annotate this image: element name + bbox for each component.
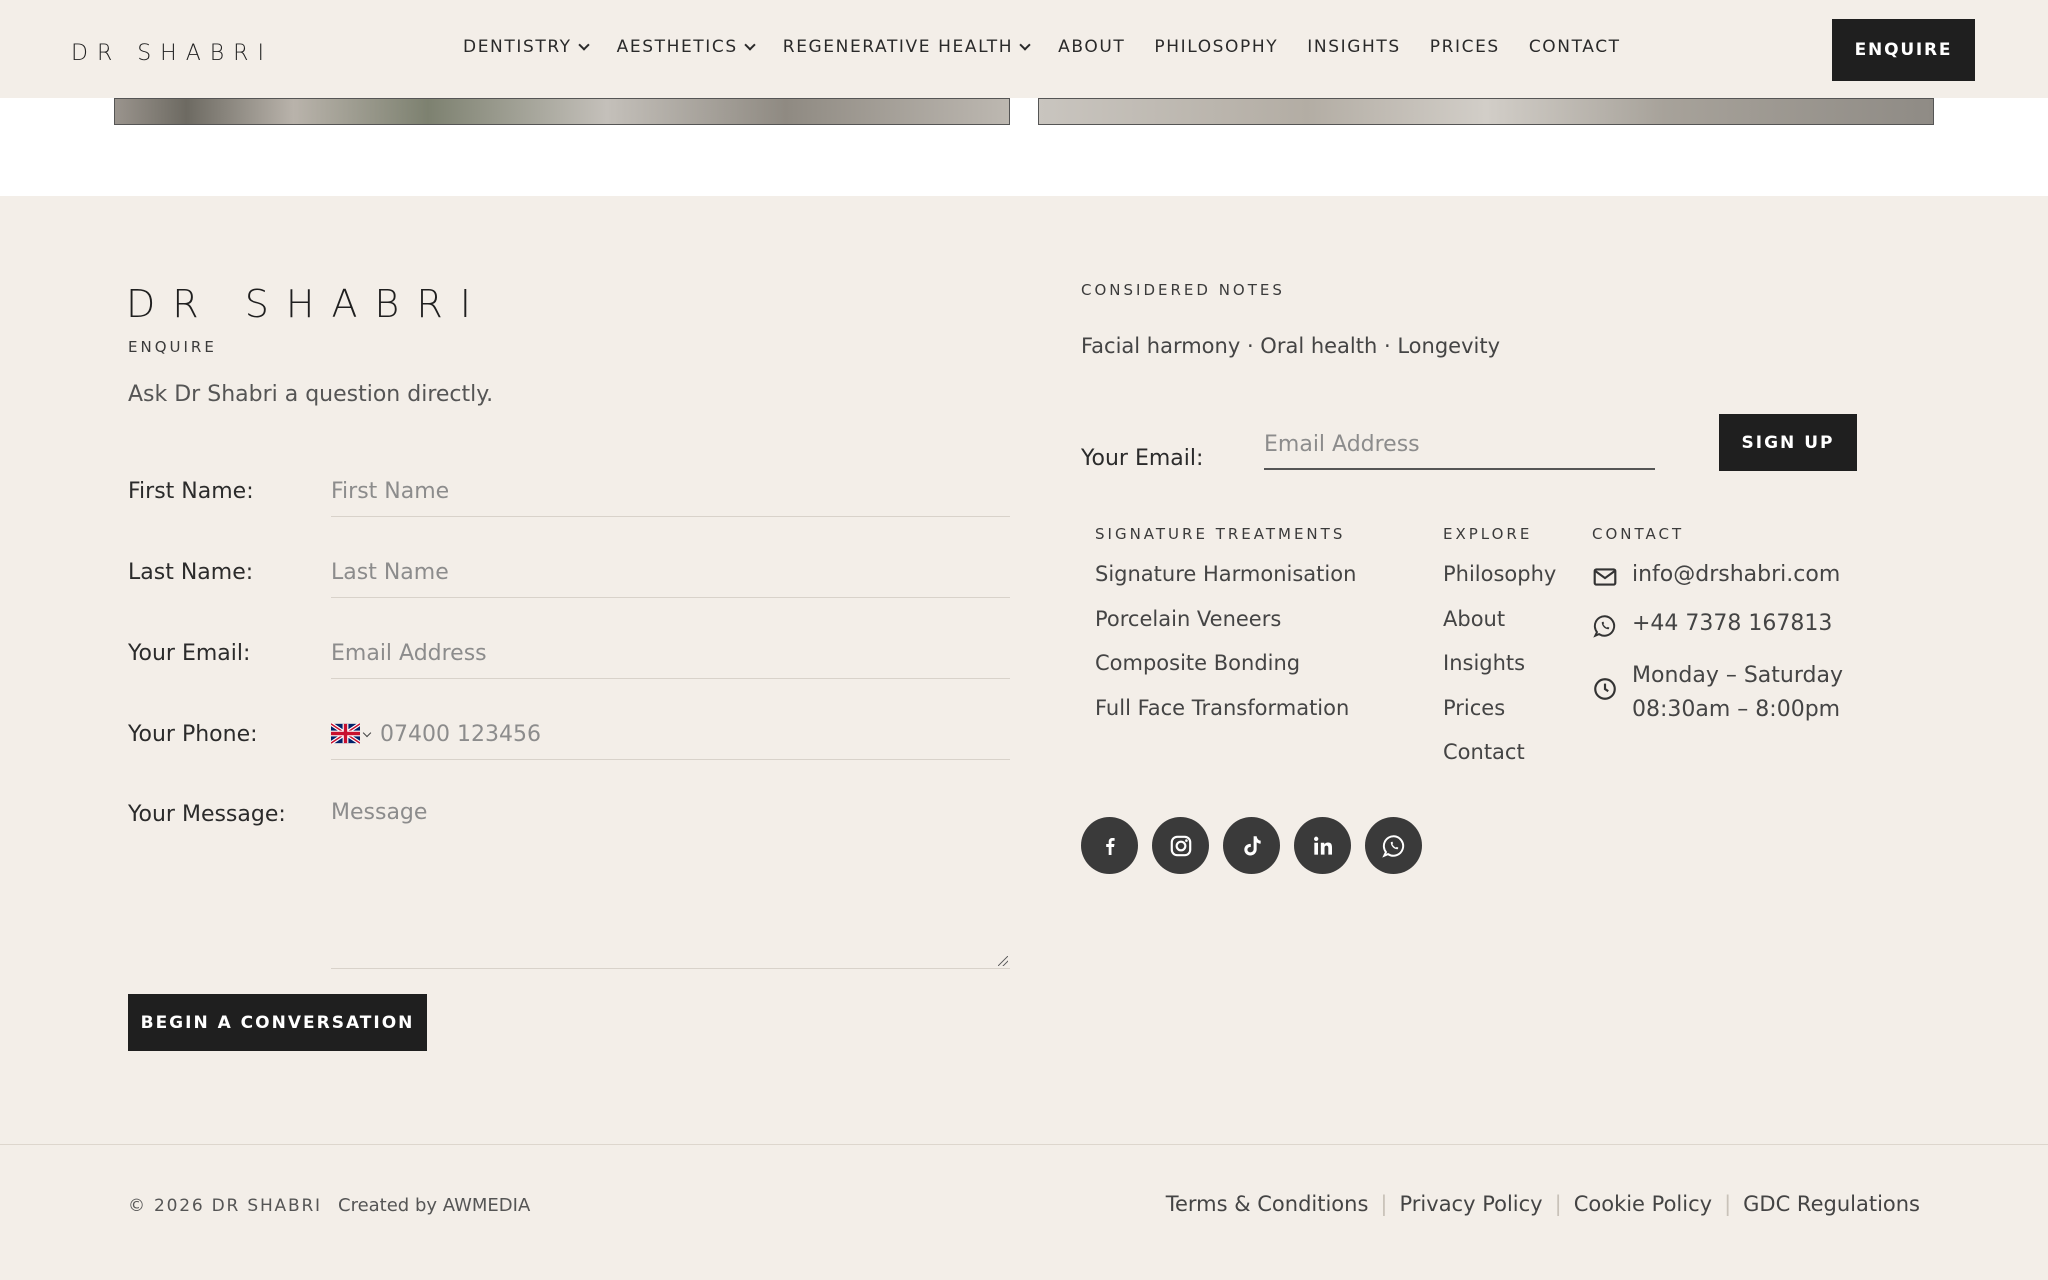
email-row: Your Email: Email Address <box>128 641 1010 691</box>
newsletter-email-input[interactable]: Email Address <box>1264 432 1655 470</box>
last-name-label: Last Name: <box>128 560 254 585</box>
uk-flag-icon[interactable] <box>331 723 360 744</box>
contact-email[interactable]: info@drshabri.com <box>1592 562 1840 590</box>
chevron-down-icon <box>577 38 590 51</box>
contact-heading: CONTACT <box>1592 525 1685 543</box>
treatment-link[interactable]: Signature Harmonisation <box>1095 562 1356 586</box>
footer-logo: DR SHABRI <box>126 282 488 326</box>
hours-days: Monday – Saturday <box>1632 663 1843 688</box>
nav-label: DENTISTRY <box>463 37 572 57</box>
contact-phone[interactable]: +44 7378 167813 <box>1592 611 1832 639</box>
nav-regenerative-health[interactable]: REGENERATIVE HEALTH <box>782 37 1031 57</box>
contact-email-text: info@drshabri.com <box>1632 562 1841 587</box>
footer-divider <box>0 1144 2048 1145</box>
enquire-intro: Ask Dr Shabri a question directly. <box>128 382 494 407</box>
nav-prices[interactable]: PRICES <box>1430 37 1500 57</box>
explore-link-about[interactable]: About <box>1443 607 1505 631</box>
nav-about[interactable]: ABOUT <box>1058 37 1125 57</box>
phone-label: Your Phone: <box>128 722 258 747</box>
explore-link-insights[interactable]: Insights <box>1443 651 1525 675</box>
first-name-row: First Name: First Name <box>128 479 1010 529</box>
explore-heading: EXPLORE <box>1443 525 1533 543</box>
social-links <box>1081 817 1422 874</box>
phone-row: Your Phone: 07400 123456 <box>128 722 1010 772</box>
gdc-link[interactable]: GDC Regulations <box>1743 1192 1920 1216</box>
message-label: Your Message: <box>128 802 286 827</box>
explore-link-philosophy[interactable]: Philosophy <box>1443 562 1556 586</box>
explore-link-contact[interactable]: Contact <box>1443 740 1525 764</box>
sign-up-button[interactable]: SIGN UP <box>1719 414 1857 471</box>
nav-philosophy[interactable]: PHILOSOPHY <box>1154 37 1278 57</box>
email-label: Your Email: <box>128 641 251 666</box>
tiktok-icon[interactable] <box>1223 817 1280 874</box>
resize-handle-icon[interactable] <box>998 956 1008 966</box>
nav-insights[interactable]: INSIGHTS <box>1307 37 1400 57</box>
gallery-image-right <box>1038 98 1934 125</box>
site-header: DR SHABRI DENTISTRY AESTHETICS REGENERAT… <box>0 0 2048 98</box>
nav-label: AESTHETICS <box>616 37 738 57</box>
newsletter-email-label: Your Email: <box>1081 446 1204 471</box>
separator: | <box>1724 1192 1732 1216</box>
instagram-icon[interactable] <box>1152 817 1209 874</box>
terms-link[interactable]: Terms & Conditions <box>1166 1192 1369 1216</box>
created-by-link[interactable]: Created by AWMEDIA <box>338 1195 530 1216</box>
first-name-field[interactable]: First Name <box>331 471 1010 517</box>
explore-link-prices[interactable]: Prices <box>1443 696 1505 720</box>
separator: | <box>1380 1192 1388 1216</box>
main-nav: DENTISTRY AESTHETICS REGENERATIVE HEALTH… <box>463 37 1650 57</box>
hours-time: 08:30am – 8:00pm <box>1632 697 1841 722</box>
cookie-link[interactable]: Cookie Policy <box>1574 1192 1712 1216</box>
treatment-link[interactable]: Full Face Transformation <box>1095 696 1349 720</box>
phone-field[interactable]: 07400 123456 <box>331 714 1010 760</box>
enquire-eyebrow: ENQUIRE <box>128 338 217 356</box>
nav-dentistry[interactable]: DENTISTRY <box>463 37 590 57</box>
gallery-image-left <box>114 98 1010 125</box>
contact-hours-text: Monday – Saturday 08:30am – 8:00pm <box>1632 659 1843 727</box>
clock-icon <box>1594 678 1616 700</box>
contact-hours: Monday – Saturday 08:30am – 8:00pm <box>1592 659 1843 727</box>
email-field[interactable]: Email Address <box>331 633 1010 679</box>
last-name-field[interactable]: Last Name <box>331 552 1010 598</box>
legal-links: Terms & Conditions | Privacy Policy | Co… <box>1166 1192 1920 1216</box>
facebook-icon[interactable] <box>1081 817 1138 874</box>
chevron-down-icon <box>744 38 756 51</box>
nav-aesthetics[interactable]: AESTHETICS <box>616 37 756 57</box>
nav-label: REGENERATIVE HEALTH <box>782 37 1014 57</box>
enquire-button[interactable]: ENQUIRE <box>1832 19 1975 81</box>
newsletter-tagline: Facial harmony · Oral health · Longevity <box>1081 334 1500 358</box>
copyright: © 2026 DR SHABRI <box>128 1196 322 1216</box>
privacy-link[interactable]: Privacy Policy <box>1400 1192 1543 1216</box>
treatment-link[interactable]: Porcelain Veneers <box>1095 607 1281 631</box>
separator: | <box>1554 1192 1562 1216</box>
message-placeholder: Message <box>331 800 428 825</box>
newsletter-eyebrow: CONSIDERED NOTES <box>1081 281 1285 299</box>
last-name-row: Last Name: Last Name <box>128 560 1010 610</box>
nav-contact[interactable]: CONTACT <box>1529 37 1621 57</box>
chevron-down-icon <box>1019 38 1031 51</box>
whatsapp-icon[interactable] <box>1365 817 1422 874</box>
treatment-link[interactable]: Composite Bonding <box>1095 651 1300 675</box>
whatsapp-icon <box>1593 615 1616 638</box>
phone-placeholder: 07400 123456 <box>380 722 541 747</box>
treatments-heading: SIGNATURE TREATMENTS <box>1095 525 1346 543</box>
begin-conversation-button[interactable]: BEGIN A CONVERSATION <box>128 994 427 1051</box>
contact-phone-text: +44 7378 167813 <box>1632 611 1833 636</box>
message-textarea[interactable]: Message <box>331 800 1010 969</box>
chevron-down-icon[interactable] <box>362 728 372 738</box>
header-logo[interactable]: DR SHABRI <box>71 41 273 66</box>
first-name-label: First Name: <box>128 479 254 504</box>
mail-icon <box>1593 568 1617 586</box>
linkedin-icon[interactable] <box>1294 817 1351 874</box>
